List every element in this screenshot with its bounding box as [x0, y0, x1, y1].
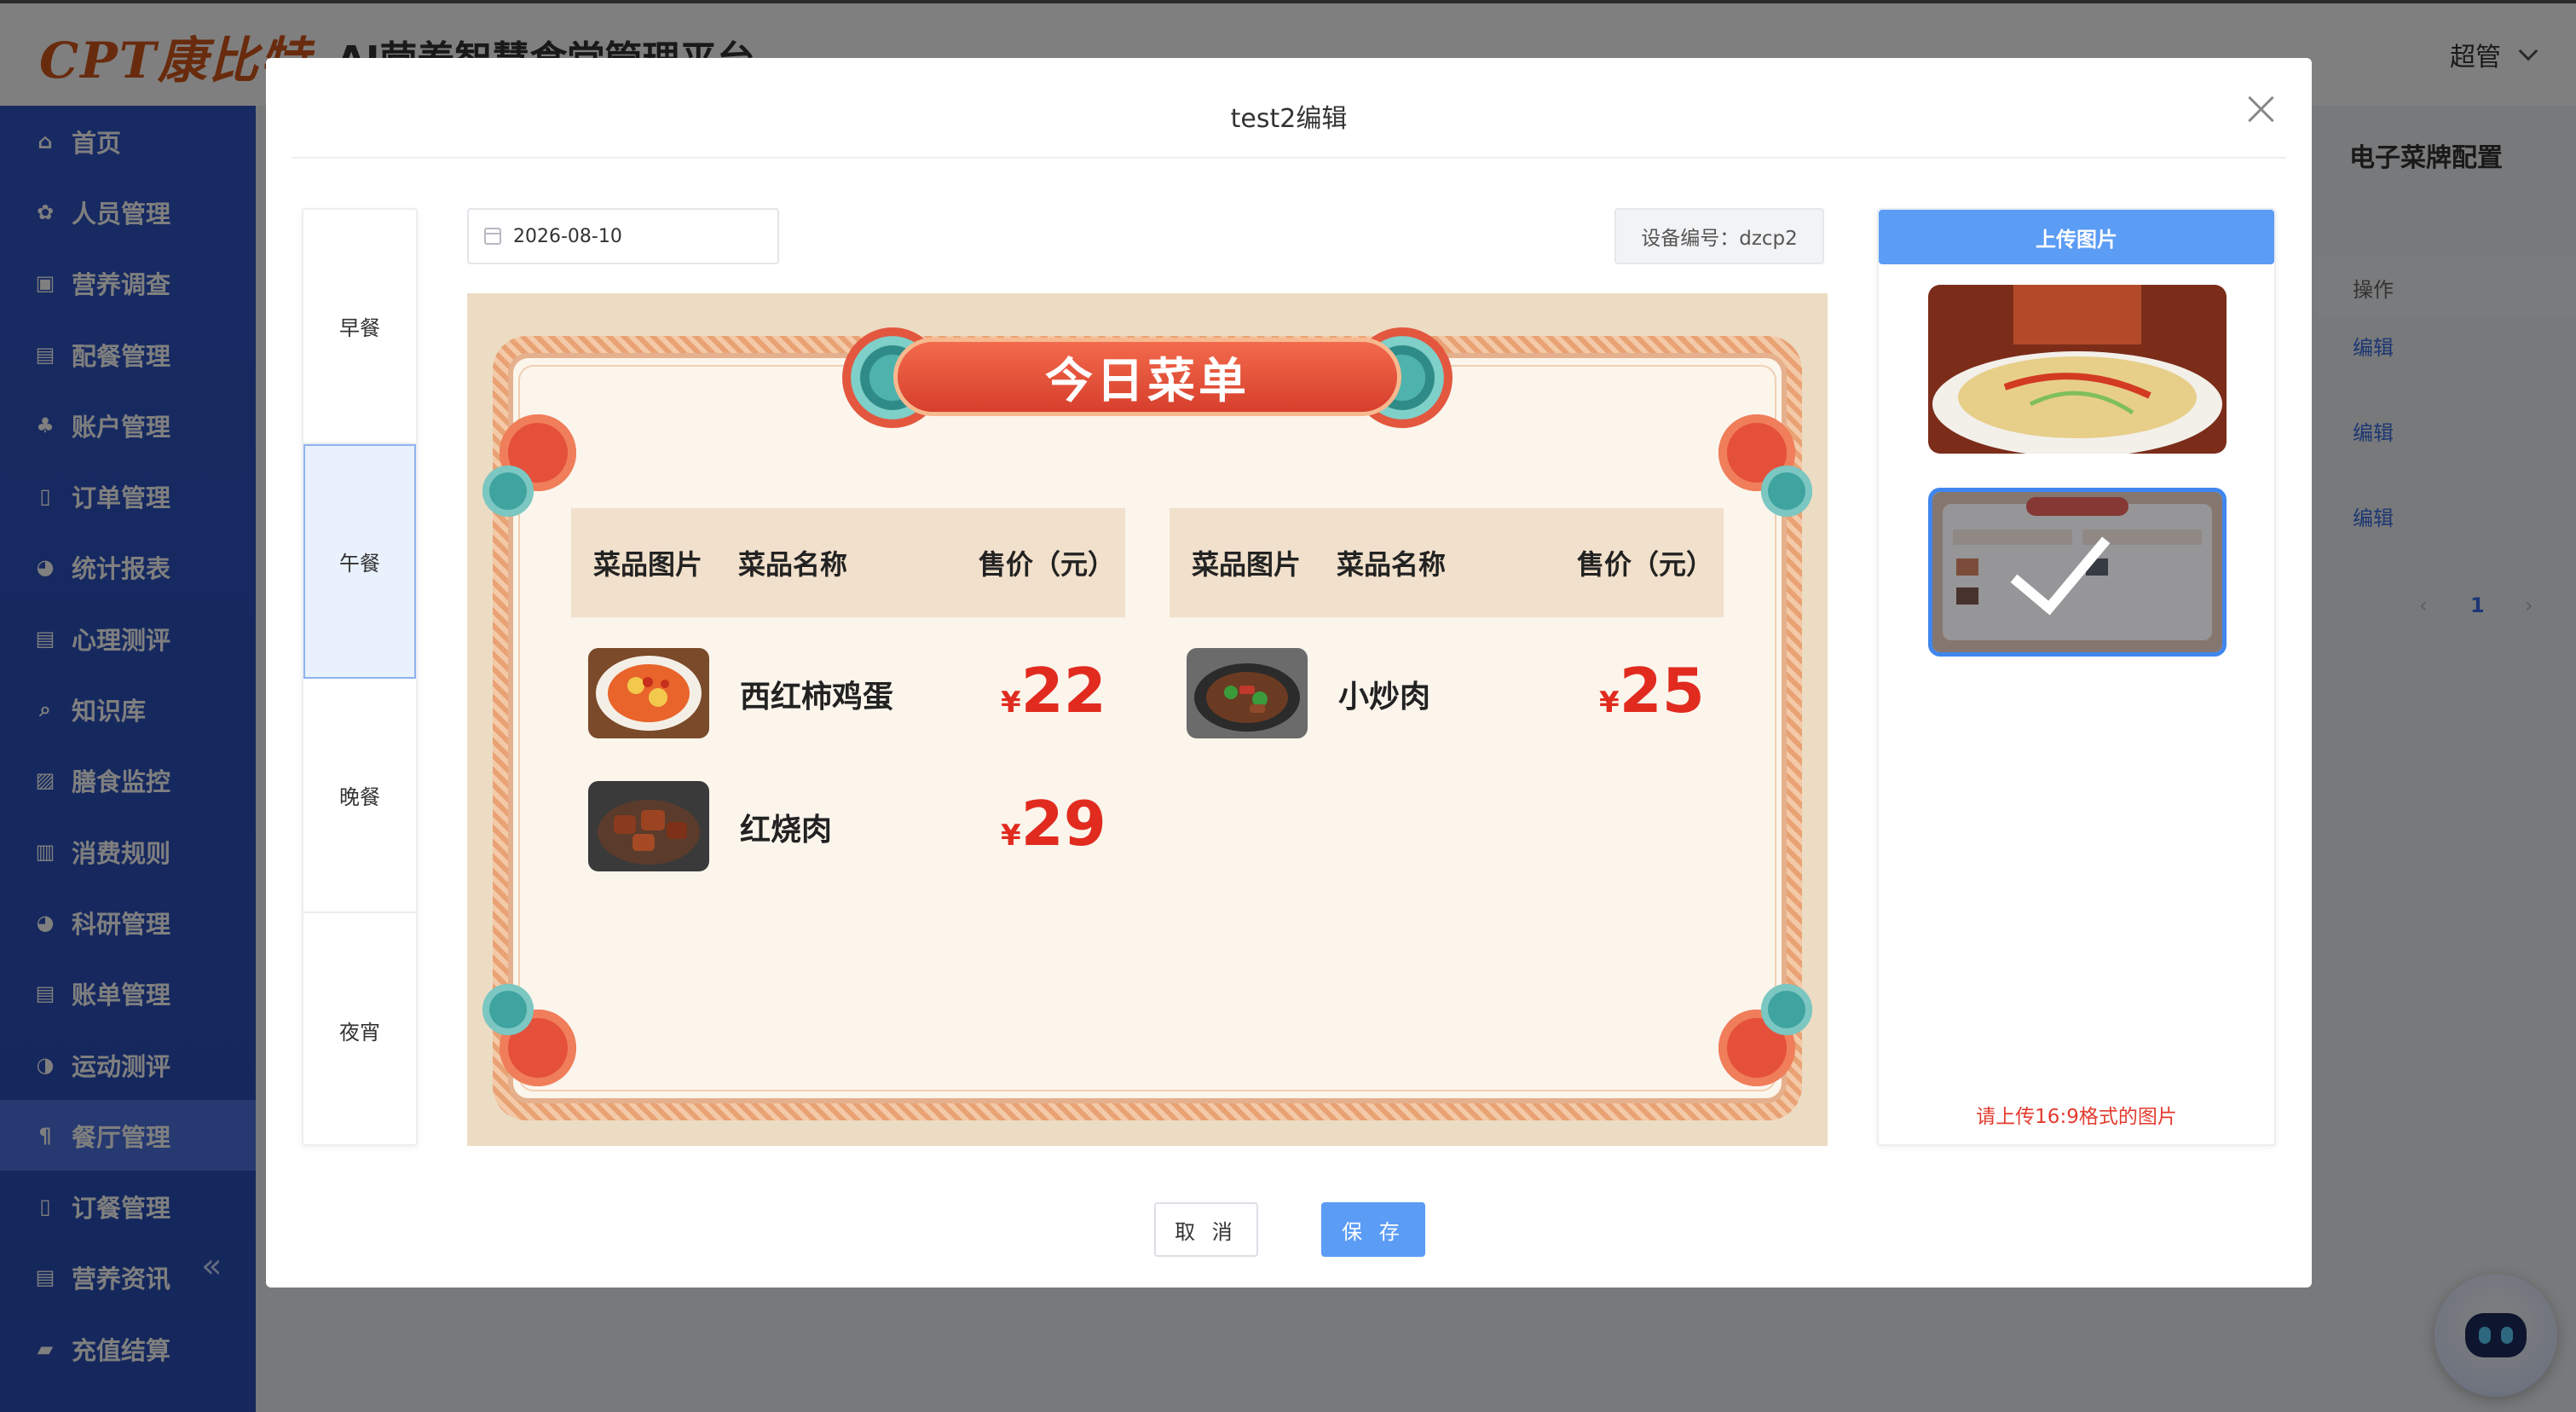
dish-price: ¥22	[1001, 655, 1106, 726]
currency-symbol: ¥	[1001, 819, 1021, 853]
header-price: 售价（元）	[1577, 548, 1714, 581]
price-value: 29	[1020, 788, 1106, 859]
tab-lunch[interactable]: 午餐	[303, 444, 416, 679]
tab-dinner[interactable]: 晚餐	[303, 679, 416, 913]
dish-image	[588, 648, 709, 738]
header-image: 菜品图片	[593, 548, 703, 581]
menu-board-preview: 今日菜单 菜品图片 菜品名称 售价（元） 菜品图片 菜品名称 售价（元） 西红柿…	[467, 293, 1828, 1146]
upload-image-button[interactable]: 上传图片	[1879, 210, 2274, 264]
board-banner: 今日菜单	[842, 326, 1453, 428]
tab-late-night[interactable]: 夜宵	[303, 913, 416, 1144]
header-name: 菜品名称	[1337, 548, 1447, 581]
cancel-button[interactable]: 取 消	[1154, 1202, 1258, 1257]
banner-title: 今日菜单	[893, 338, 1401, 416]
corner-ornament	[1693, 984, 1812, 1112]
dish-price: ¥29	[1001, 788, 1106, 859]
upload-hint: 请上传16:9格式的图片	[1976, 1106, 2177, 1128]
calendar-icon	[484, 228, 501, 245]
device-id-badge: 设备编号：dzcp2	[1614, 208, 1824, 264]
corner-ornament	[1693, 389, 1812, 517]
corner-ornament	[482, 389, 602, 517]
price-value: 22	[1020, 655, 1106, 726]
dish-image	[588, 781, 709, 871]
dish-name: 西红柿鸡蛋	[740, 680, 894, 715]
dish-name: 小炒肉	[1338, 680, 1431, 715]
dish-image	[1187, 648, 1308, 738]
edit-modal: test2编辑 早餐 午餐 晚餐 夜宵 2026-08-10 设备编号：dzcp…	[266, 58, 2312, 1288]
corner-ornament	[482, 984, 602, 1112]
modal-title: test2编辑	[1230, 104, 1348, 134]
column-header-left: 菜品图片 菜品名称 售价（元）	[571, 508, 1125, 617]
date-picker[interactable]: 2026-08-10	[467, 208, 779, 264]
dish-name: 红烧肉	[740, 813, 833, 848]
selected-overlay	[1932, 492, 2222, 652]
save-button[interactable]: 保 存	[1321, 1202, 1425, 1257]
header-price: 售价（元）	[979, 548, 1116, 581]
column-header-right: 菜品图片 菜品名称 售价（元）	[1170, 508, 1724, 617]
header-image: 菜品图片	[1192, 548, 1302, 581]
meal-tabs: 早餐 午餐 晚餐 夜宵	[302, 208, 418, 1146]
currency-symbol: ¥	[1001, 686, 1021, 720]
background-thumbnail[interactable]	[1928, 285, 2227, 454]
divider	[292, 157, 2286, 159]
date-value: 2026-08-10	[513, 225, 622, 247]
check-icon	[2010, 510, 2111, 616]
header-name: 菜品名称	[738, 548, 848, 581]
dish-price: ¥25	[1599, 655, 1705, 726]
currency-symbol: ¥	[1599, 686, 1620, 720]
menu-thumbnail-selected[interactable]	[1928, 488, 2227, 657]
price-value: 25	[1619, 655, 1705, 726]
image-picker: 上传图片 请上传16:9格式的图片	[1877, 208, 2276, 1146]
close-icon[interactable]	[2240, 89, 2281, 130]
tab-breakfast[interactable]: 早餐	[303, 210, 416, 444]
